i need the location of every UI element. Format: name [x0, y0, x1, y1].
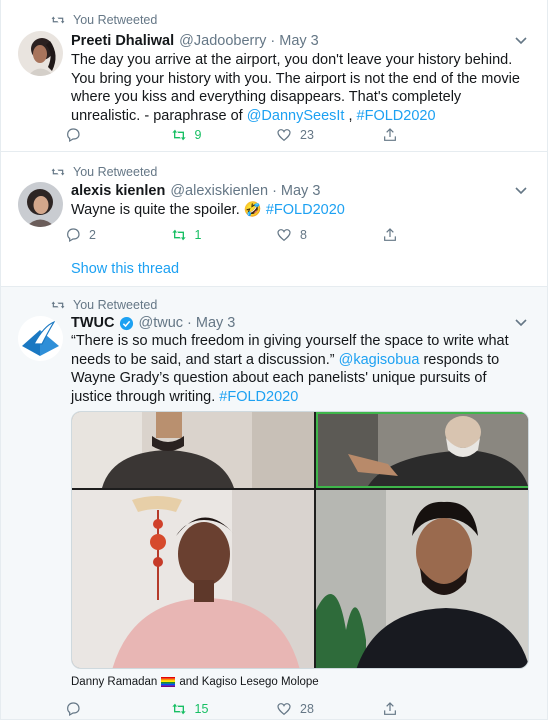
video-panel-4: [316, 490, 528, 668]
tweet-date[interactable]: May 3: [281, 183, 321, 199]
separator-dot: ·: [270, 33, 276, 49]
share-icon: [383, 228, 396, 241]
heart-icon: [277, 703, 291, 716]
retweet-icon: [171, 229, 186, 241]
author-name[interactable]: Preeti Dhaliwal: [71, 33, 174, 49]
tweet-date[interactable]: May 3: [279, 33, 319, 49]
like-count: 8: [300, 228, 307, 242]
share-button[interactable]: [382, 225, 488, 245]
verified-badge-icon: [119, 316, 133, 330]
hashtag-link[interactable]: #FOLD2020: [219, 389, 298, 405]
tweet-card[interactable]: You Retweeted TWUC @twuc · May 3 “There …: [1, 287, 547, 720]
chevron-down-icon[interactable]: [515, 187, 527, 195]
share-icon: [383, 702, 396, 715]
mention-link[interactable]: @DannySeesIt: [247, 108, 345, 124]
heart-icon: [277, 229, 291, 242]
caption-person-2[interactable]: and Kagiso Lesego Molope: [179, 676, 318, 688]
twuc-logo: [18, 316, 63, 361]
chevron-down-icon[interactable]: [515, 37, 527, 45]
like-count: 28: [300, 702, 314, 716]
emoji-rofl: 🤣: [243, 202, 262, 218]
retweet-icon: [171, 703, 186, 715]
tweet-header: Preeti Dhaliwal @Jadooberry · May 3: [71, 33, 523, 49]
retweet-context: You Retweeted: [51, 13, 157, 27]
reply-button[interactable]: 2: [65, 225, 171, 245]
tweet-text: Wayne is quite the spoiler. 🤣 #FOLD2020: [71, 201, 525, 220]
hashtag-link[interactable]: #FOLD2020: [357, 108, 436, 124]
participant-3: [72, 490, 314, 668]
avatar-image: [18, 182, 63, 227]
retweet-button[interactable]: 1: [171, 225, 277, 245]
retweet-button[interactable]: 15: [171, 699, 277, 719]
tweet-actions: 15 28: [65, 699, 487, 719]
tweet-date[interactable]: May 3: [196, 315, 236, 331]
media-caption: Danny Ramadan and Kagiso Lesego Molope: [71, 676, 319, 688]
video-panel-3: [72, 490, 314, 668]
timeline: You Retweeted Preeti Dhaliwal @Jadooberr…: [0, 0, 548, 720]
tweet-text-plain: Wayne is quite the spoiler.: [71, 202, 244, 218]
retweet-context: You Retweeted: [51, 298, 157, 312]
video-panel-2: [316, 412, 528, 488]
show-thread-link[interactable]: Show this thread: [71, 261, 179, 277]
reply-button[interactable]: [65, 125, 171, 145]
avatar[interactable]: [18, 31, 63, 76]
tweet-text: The day you arrive at the airport, you d…: [71, 51, 525, 125]
share-icon: [383, 128, 396, 141]
like-button[interactable]: 28: [276, 699, 382, 719]
like-button[interactable]: 23: [276, 125, 382, 145]
retweet-count: 15: [194, 702, 209, 716]
avatar[interactable]: [18, 316, 63, 361]
tweet-text-sep: ,: [344, 107, 357, 124]
retweet-small-icon: [51, 301, 65, 309]
retweet-count: 9: [194, 128, 202, 142]
mention-link[interactable]: @kagisobua: [339, 352, 420, 368]
video-panel-1: [72, 412, 314, 488]
avatar[interactable]: [18, 182, 63, 227]
retweet-button[interactable]: 9: [171, 125, 277, 145]
reply-count: 2: [89, 228, 96, 242]
avatar-image: [18, 31, 63, 76]
heart-icon: [277, 129, 291, 142]
retweet-icon: [171, 129, 186, 141]
retweeted-by-label: You Retweeted: [73, 13, 158, 27]
video-media[interactable]: [71, 411, 529, 669]
caption-person-1[interactable]: Danny Ramadan: [71, 676, 157, 688]
tweet-header: alexis kienlen @alexiskienlen · May 3: [71, 183, 523, 199]
tweet-header: TWUC @twuc · May 3: [71, 315, 523, 331]
participant-4: [316, 490, 528, 668]
like-count: 23: [300, 128, 314, 142]
reply-icon: [67, 228, 80, 243]
author-name[interactable]: alexis kienlen: [71, 183, 165, 199]
retweet-count: 1: [194, 228, 202, 242]
author-handle[interactable]: @twuc: [139, 315, 184, 331]
tweet-card[interactable]: You Retweeted alexis kienlen @alexiskien…: [1, 152, 547, 287]
share-button[interactable]: [382, 125, 488, 145]
retweet-context: You Retweeted: [51, 165, 157, 179]
separator-dot: ·: [187, 315, 192, 331]
tweet-actions: 9 23: [65, 125, 487, 145]
author-handle[interactable]: @alexiskienlen: [170, 183, 268, 199]
chevron-down-icon[interactable]: [515, 319, 527, 327]
tweet-text: “There is so much freedom in giving your…: [71, 332, 525, 406]
separator-dot: ·: [272, 183, 277, 199]
participant-1: [72, 412, 314, 488]
reply-button[interactable]: [65, 699, 171, 719]
retweet-small-icon: [51, 168, 65, 176]
hashtag-link[interactable]: #FOLD2020: [266, 202, 345, 218]
retweeted-by-label: You Retweeted: [73, 165, 158, 179]
share-button[interactable]: [382, 699, 488, 719]
rainbow-flag-icon: [161, 677, 176, 687]
like-button[interactable]: 8: [276, 225, 382, 245]
reply-icon: [67, 702, 80, 717]
tweet-card[interactable]: You Retweeted Preeti Dhaliwal @Jadooberr…: [1, 0, 547, 152]
retweeted-by-label: You Retweeted: [73, 298, 158, 312]
author-name[interactable]: TWUC: [71, 315, 115, 331]
author-handle[interactable]: @Jadooberry: [179, 33, 266, 49]
tweet-actions: 2 1 8: [65, 225, 487, 245]
reply-icon: [67, 128, 80, 143]
retweet-small-icon: [51, 16, 65, 24]
participant-2: [318, 414, 528, 486]
